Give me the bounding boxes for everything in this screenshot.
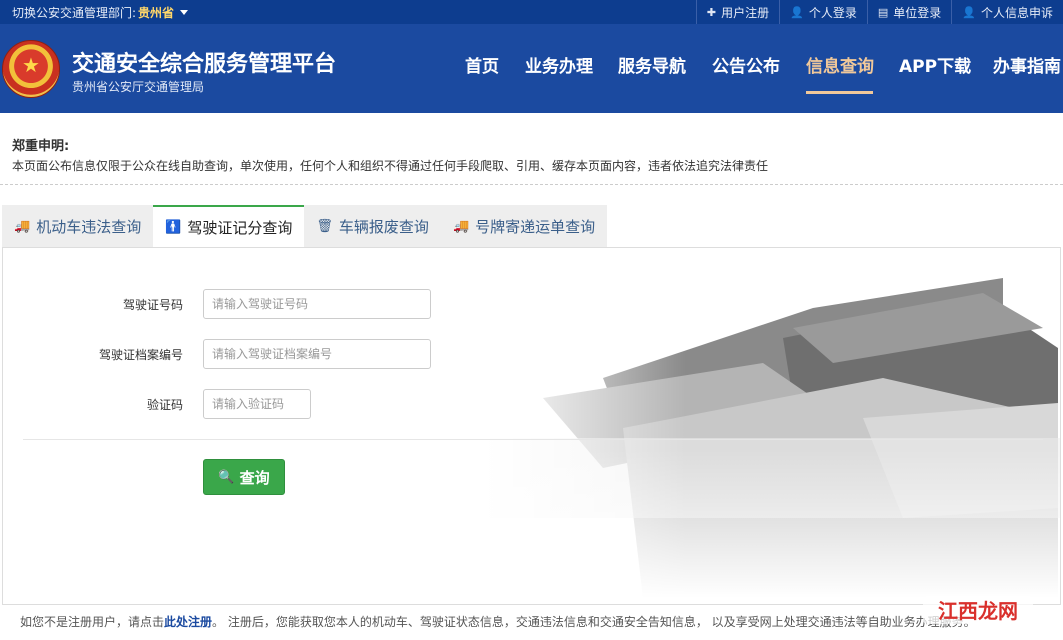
nav-service-guide[interactable]: 服务导航 xyxy=(618,52,686,77)
query-panel: 驾驶证号码 驾驶证档案编号 验证码 🔍查询 xyxy=(2,247,1061,605)
divider xyxy=(0,184,1063,185)
unit-login-link[interactable]: ▤ 单位登录 xyxy=(866,0,951,24)
building-icon: ▤ xyxy=(877,5,889,19)
register-hint: 如您不是注册用户，请点击此处注册。 注册后，您能获取您本人的机动车、驾驶证状态信… xyxy=(20,615,976,629)
notice-text: 本页面公布信息仅限于公众在线自助查询，单次使用，任何个人和组织不得通过任何手段爬… xyxy=(12,159,769,173)
user-icon: 👤 xyxy=(962,5,976,19)
info-appeal-link[interactable]: 👤 个人信息申诉 xyxy=(951,0,1063,24)
tab-vehicle-violation[interactable]: 🚚 机动车违法查询 xyxy=(2,205,154,248)
main-nav: 首页 业务办理 服务导航 公告公布 信息查询 APP下载 办事指南 xyxy=(0,24,1063,113)
nav-business[interactable]: 业务办理 xyxy=(525,52,593,77)
query-button[interactable]: 🔍 查询 xyxy=(203,459,285,495)
form-divider xyxy=(23,439,1043,440)
plus-icon: ✚ xyxy=(706,5,717,19)
truck-icon: 🚚 xyxy=(14,219,31,234)
license-file-number-label: 驾驶证档案编号 xyxy=(98,348,183,362)
license-number-label: 驾驶证号码 xyxy=(122,298,183,312)
trash-icon: 🗑 xyxy=(316,219,333,234)
caret-down-icon[interactable] xyxy=(180,10,189,15)
captcha-label: 验证码 xyxy=(146,398,183,412)
nav-guide[interactable]: 办事指南 xyxy=(993,52,1061,77)
tab-vehicle-scrap[interactable]: 🗑 车辆报废查询 xyxy=(304,205,441,248)
user-icon: 👤 xyxy=(790,5,804,19)
license-number-input[interactable] xyxy=(203,289,431,319)
register-link[interactable]: ✚ 用户注册 xyxy=(695,0,779,24)
notice-title: 郑重申明: xyxy=(12,139,70,154)
site-header: ★ 交通安全综合服务管理平台 贵州省公安厅交通管理局 首页 业务办理 服务导航 … xyxy=(0,24,1063,113)
nav-announcements[interactable]: 公告公布 xyxy=(712,52,780,77)
department-switcher[interactable]: 切换公安交通管理部门: 贵州省 xyxy=(12,4,189,21)
truck-icon: 🚚 xyxy=(452,219,470,234)
license-file-number-input[interactable] xyxy=(203,339,431,369)
top-links: ✚ 用户注册 👤 个人登录 ▤ 单位登录 👤 个人信息申诉 xyxy=(695,0,1063,24)
register-here-link[interactable]: 此处注册 xyxy=(164,615,212,629)
query-tabs: 🚚 机动车违法查询 🚹 驾驶证记分查询 🗑 车辆报废查询 🚚 号牌寄递运单查询 xyxy=(2,205,608,248)
tab-plate-shipping[interactable]: 🚚 号牌寄递运单查询 xyxy=(440,205,608,248)
search-icon: 🔍 xyxy=(218,469,235,485)
nav-active-indicator xyxy=(806,91,873,94)
province-selector[interactable]: 贵州省 xyxy=(138,6,174,20)
captcha-input[interactable] xyxy=(203,389,311,419)
top-utility-bar: 切换公安交通管理部门: 贵州省 ✚ 用户注册 👤 个人登录 ▤ 单位登录 👤 个人信息申诉 xyxy=(0,0,1063,24)
driver-license-background-image xyxy=(483,268,1060,598)
tab-license-points[interactable]: 🚹 驾驶证记分查询 xyxy=(153,205,305,248)
watermark-logo: 江西龙网 xyxy=(923,596,1033,624)
nav-home[interactable]: 首页 xyxy=(465,52,499,77)
watermark-text: 江西龙网 xyxy=(938,599,1018,623)
department-label: 切换公安交通管理部门: xyxy=(12,6,137,20)
nav-app-download[interactable]: APP下载 xyxy=(899,52,971,77)
personal-login-link[interactable]: 👤 个人登录 xyxy=(779,0,867,24)
nav-info-query[interactable]: 信息查询 xyxy=(806,52,874,77)
person-icon: 🚹 xyxy=(165,220,182,235)
